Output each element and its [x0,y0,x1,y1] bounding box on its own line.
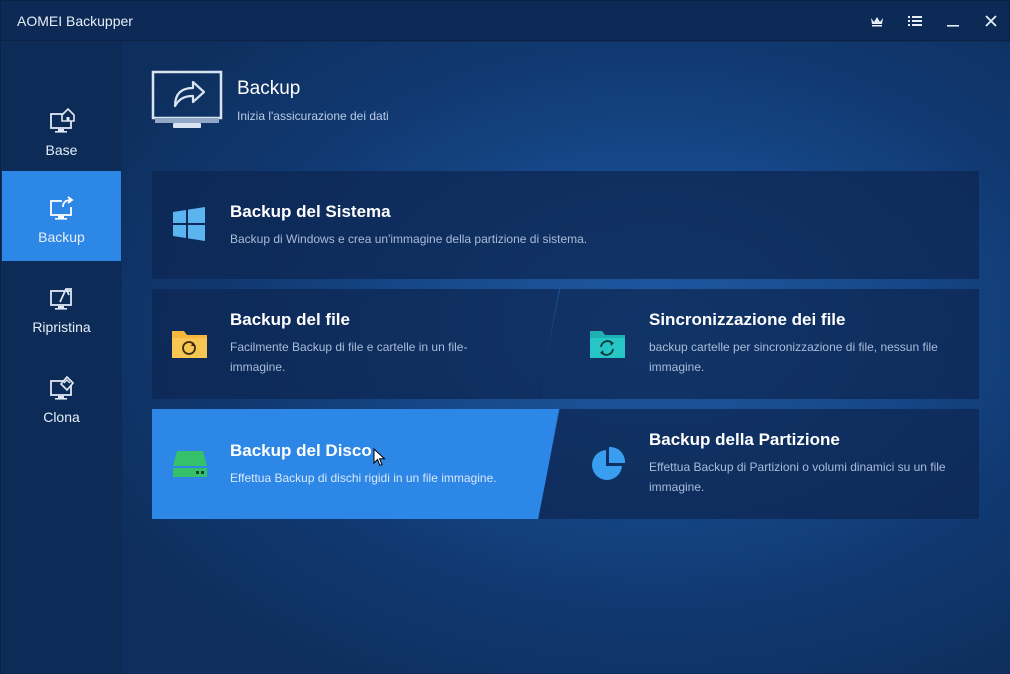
card-description: Facilmente Backup di file e cartelle in … [230,340,468,374]
app-window: AOMEI Backupper Base Backup Ripristina C… [0,0,1010,674]
sidebar-item-clona[interactable]: Clona [2,351,121,441]
crown-icon[interactable] [865,9,889,33]
windows-icon [173,207,205,241]
window-title: AOMEI Backupper [17,13,133,29]
disk-backup-card[interactable]: Backup del Disco Effettua Backup di disc… [152,409,559,519]
card-title: Backup del Disco [230,441,372,460]
monitor-share-icon [151,70,223,128]
card-description: Backup di Windows e crea un'immagine del… [230,232,588,246]
menu-icon[interactable] [903,9,927,33]
card-description: Effettua Backup di Partizioni o volumi d… [649,460,946,494]
card-title: Sincronizzazione dei file [649,310,846,329]
sidebar-item-label: Clona [43,409,80,425]
folder-backup-icon [172,331,207,358]
page-title: Backup [237,78,301,99]
sidebar-item-label: Base [45,142,78,158]
home-monitor-icon [49,107,75,133]
file-backup-card[interactable]: Backup del file Facilmente Backup di fil… [152,289,559,399]
sidebar-item-ripristina[interactable]: Ripristina [2,261,121,351]
partition-backup-card[interactable]: Backup della Partizione Effettua Backup … [538,409,979,519]
sidebar-item-backup[interactable]: Backup [2,171,121,261]
backup-monitor-icon [49,196,74,220]
card-description: backup cartelle per sincronizzazione di … [649,340,938,374]
title-bar: AOMEI Backupper [1,1,1009,41]
sidebar-item-base[interactable]: Base [2,84,121,174]
minimize-icon[interactable] [941,9,965,33]
sidebar: Base Backup Ripristina Clona [2,42,121,674]
card-title: Backup della Partizione [649,430,840,449]
sidebar-item-label: Ripristina [32,319,91,335]
system-backup-card[interactable]: Backup del Sistema Backup di Windows e c… [152,171,979,279]
card-title: Backup del Sistema [230,202,391,221]
clone-monitor-icon [49,375,74,400]
disk-icon [173,451,207,477]
pie-partition-icon [592,446,626,480]
main-panel: Backup Inizia l'assicurazione dei dati B… [122,42,1010,674]
card-description: Effettua Backup di dischi rigidi in un f… [230,471,497,485]
file-sync-card[interactable]: Sincronizzazione dei file backup cartell… [538,289,979,399]
folder-sync-icon [590,331,625,358]
card-title: Backup del file [230,310,350,329]
close-icon[interactable] [979,9,1003,33]
page-subtitle: Inizia l'assicurazione dei dati [237,109,389,123]
sidebar-item-label: Backup [38,229,85,245]
restore-monitor-icon [49,288,72,310]
mouse-cursor-icon [373,448,386,467]
